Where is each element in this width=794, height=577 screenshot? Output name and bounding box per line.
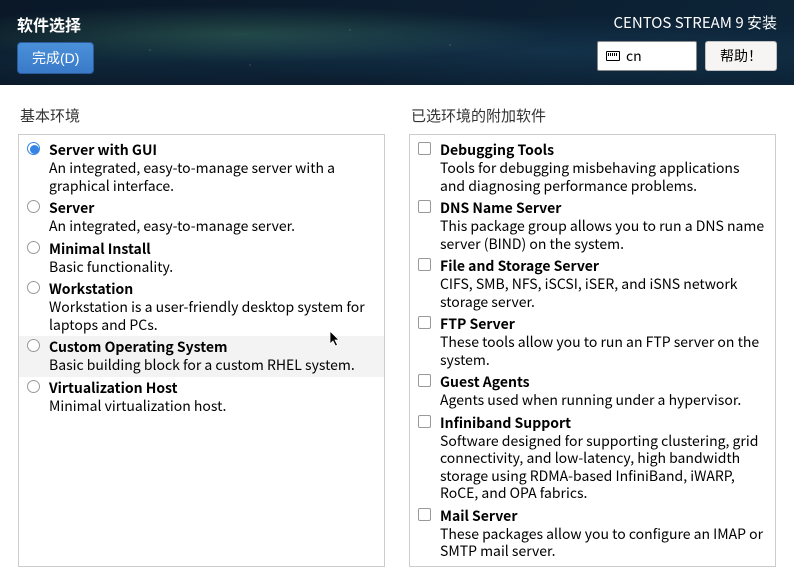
item-desc: CIFS, SMB, NFS, iSCSI, iSER, and iSNS ne… bbox=[440, 276, 765, 311]
radio-icon bbox=[27, 281, 40, 294]
item-title: Debugging Tools bbox=[440, 140, 765, 160]
base-env-item[interactable]: Server with GUIAn integrated, easy-to-ma… bbox=[19, 139, 384, 197]
item-desc: Software designed for supporting cluster… bbox=[440, 433, 765, 503]
base-env-list: Server with GUIAn integrated, easy-to-ma… bbox=[18, 134, 385, 567]
keyboard-layout-selector[interactable]: cn bbox=[597, 41, 697, 71]
addon-item[interactable]: DNS Name ServerThis package group allows… bbox=[410, 197, 775, 255]
installer-subtitle: CENTOS STREAM 9 安装 bbox=[613, 12, 777, 33]
help-button[interactable]: 帮助！ bbox=[705, 41, 777, 71]
base-env-item[interactable]: ServerAn integrated, easy-to-manage serv… bbox=[19, 197, 384, 238]
radio-icon bbox=[27, 380, 40, 393]
addons-list: Debugging ToolsTools for debugging misbe… bbox=[409, 134, 776, 567]
addons-column: 已选环境的附加软件 Debugging ToolsTools for debug… bbox=[409, 105, 776, 567]
checkbox-icon bbox=[418, 508, 431, 521]
item-desc: These packages allow you to configure an… bbox=[440, 526, 765, 561]
addon-item[interactable]: Infiniband SupportSoftware designed for … bbox=[410, 412, 775, 505]
item-title: Server bbox=[49, 198, 374, 218]
item-title: Server with GUI bbox=[49, 140, 374, 160]
base-env-item[interactable]: Custom Operating SystemBasic building bl… bbox=[19, 336, 384, 377]
main-content: 基本环境 Server with GUIAn integrated, easy-… bbox=[0, 85, 794, 577]
base-env-item[interactable]: WorkstationWorkstation is a user-friendl… bbox=[19, 278, 384, 336]
addon-item[interactable]: Guest AgentsAgents used when running und… bbox=[410, 371, 775, 412]
radio-icon bbox=[27, 200, 40, 213]
radio-icon bbox=[27, 142, 40, 155]
header: 软件选择 完成(D) CENTOS STREAM 9 安装 cn 帮助！ bbox=[0, 0, 794, 85]
item-desc: These tools allow you to run an FTP serv… bbox=[440, 334, 765, 369]
keyboard-icon bbox=[606, 51, 620, 61]
item-desc: Tools for debugging misbehaving applicat… bbox=[440, 160, 765, 195]
item-title: Workstation bbox=[49, 279, 374, 299]
item-desc: Basic building block for a custom RHEL s… bbox=[49, 357, 374, 375]
checkbox-icon bbox=[418, 374, 431, 387]
item-desc: This package group allows you to run a D… bbox=[440, 218, 765, 253]
done-button[interactable]: 完成(D) bbox=[17, 42, 94, 74]
base-env-item[interactable]: Virtualization HostMinimal virtualizatio… bbox=[19, 377, 384, 418]
checkbox-icon bbox=[418, 258, 431, 271]
item-title: FTP Server bbox=[440, 314, 765, 334]
item-title: DNS Name Server bbox=[440, 198, 765, 218]
item-title: Guest Agents bbox=[440, 372, 765, 392]
checkbox-icon bbox=[418, 142, 431, 155]
base-env-item[interactable]: Minimal InstallBasic functionality. bbox=[19, 238, 384, 279]
item-title: Mail Server bbox=[440, 506, 765, 526]
item-desc: Agents used when running under a hypervi… bbox=[440, 392, 765, 410]
item-title: Infiniband Support bbox=[440, 413, 765, 433]
addon-item[interactable]: Mail ServerThese packages allow you to c… bbox=[410, 505, 775, 563]
item-title: File and Storage Server bbox=[440, 256, 765, 276]
checkbox-icon bbox=[418, 415, 431, 428]
item-desc: Workstation is a user-friendly desktop s… bbox=[49, 299, 374, 334]
checkbox-icon bbox=[418, 200, 431, 213]
item-title: Virtualization Host bbox=[49, 378, 374, 398]
item-desc: An integrated, easy-to-manage server wit… bbox=[49, 160, 374, 195]
keyboard-layout-label: cn bbox=[626, 46, 642, 66]
checkbox-icon bbox=[418, 316, 431, 329]
base-env-heading: 基本环境 bbox=[18, 105, 385, 126]
addon-item[interactable]: FTP ServerThese tools allow you to run a… bbox=[410, 313, 775, 371]
radio-icon bbox=[27, 241, 40, 254]
radio-icon bbox=[27, 339, 40, 352]
item-title: Minimal Install bbox=[49, 239, 374, 259]
item-title: Custom Operating System bbox=[49, 337, 374, 357]
base-environment-column: 基本环境 Server with GUIAn integrated, easy-… bbox=[18, 105, 385, 567]
addons-heading: 已选环境的附加软件 bbox=[409, 105, 776, 126]
item-desc: Basic functionality. bbox=[49, 259, 374, 277]
checkbox-icon bbox=[418, 566, 431, 568]
item-desc: An integrated, easy-to-manage server. bbox=[49, 218, 374, 236]
addon-item[interactable]: File and Storage ServerCIFS, SMB, NFS, i… bbox=[410, 255, 775, 313]
addon-item[interactable]: Network File System Client bbox=[410, 563, 775, 568]
item-title: Network File System Client bbox=[440, 564, 765, 568]
page-title: 软件选择 bbox=[17, 12, 94, 36]
addon-item[interactable]: Debugging ToolsTools for debugging misbe… bbox=[410, 139, 775, 197]
item-desc: Minimal virtualization host. bbox=[49, 398, 374, 416]
